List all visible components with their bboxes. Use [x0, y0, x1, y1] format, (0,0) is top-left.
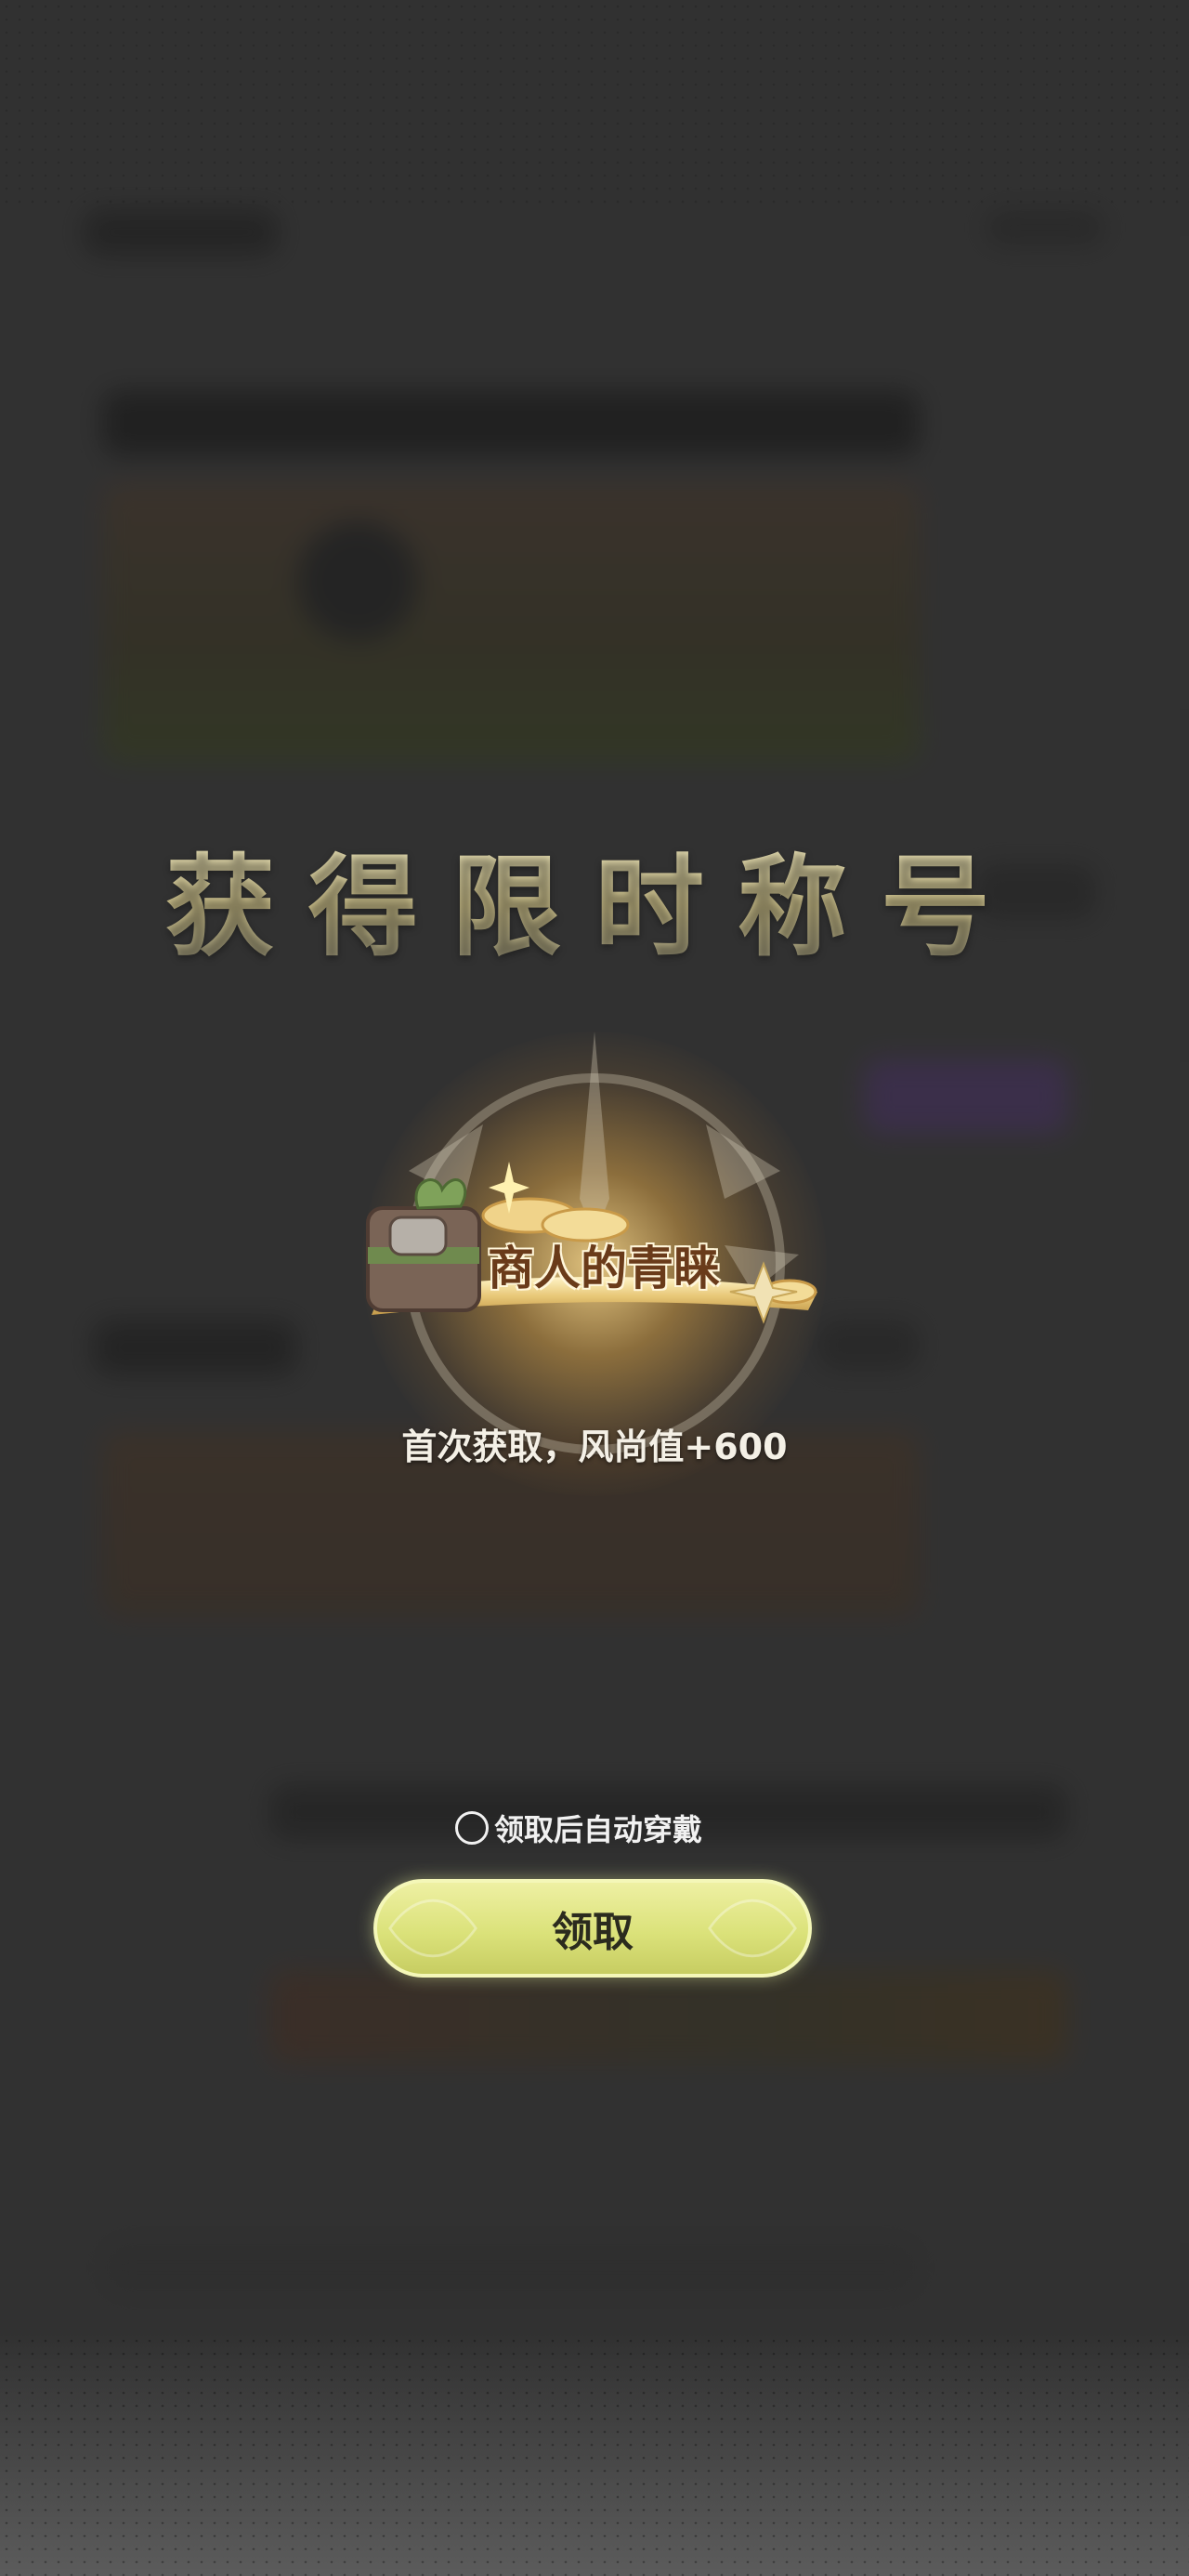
bottom-texture [0, 2334, 1189, 2576]
top-texture [0, 0, 1189, 204]
radio-icon[interactable] [455, 1811, 489, 1845]
auto-wear-option[interactable]: 领取后自动穿戴 [455, 1807, 702, 1849]
button-right-ornament [708, 1899, 797, 1958]
reward-text: 首次获取，风尚值+600 [401, 1426, 788, 1467]
claim-button[interactable]: 领取 [373, 1879, 812, 1978]
button-left-ornament [388, 1899, 477, 1958]
auto-wear-label: 领取后自动穿戴 [494, 1812, 703, 1847]
modal-title: 获得限时称号 [0, 818, 1189, 977]
treasure-chest-icon [366, 1178, 481, 1312]
claim-button-label: 领取 [552, 1909, 634, 1956]
badge-name: 商人的青睐 [488, 1242, 720, 1295]
